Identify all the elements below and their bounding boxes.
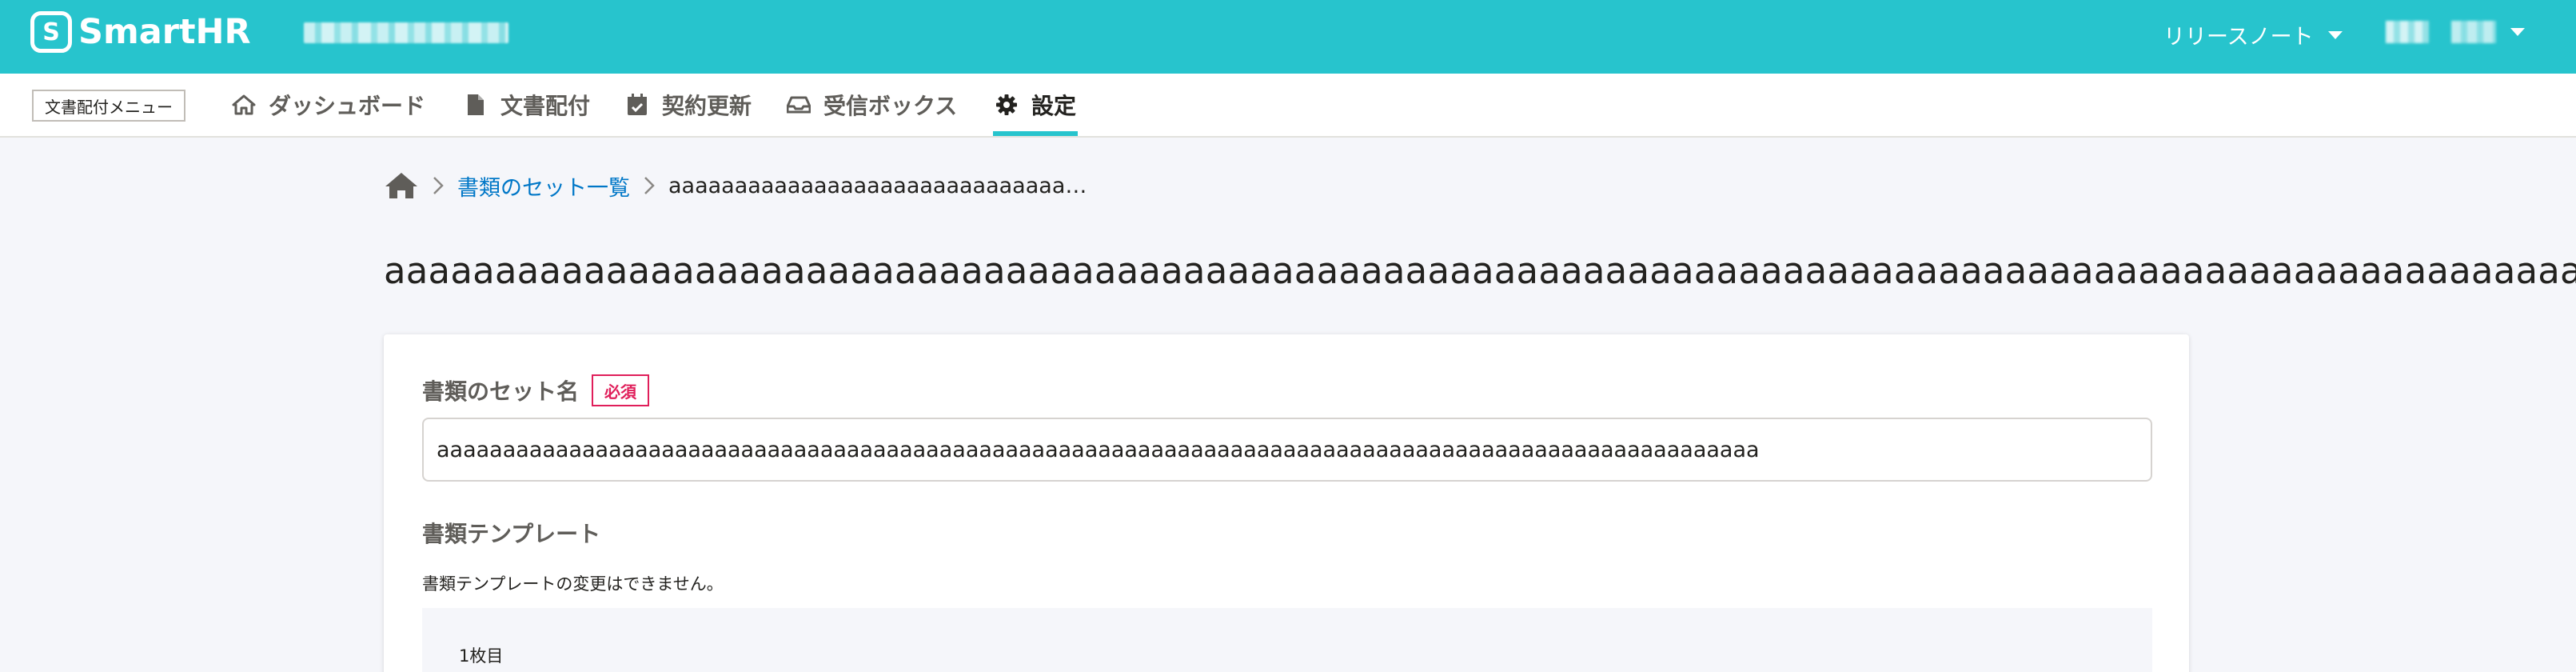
home-icon[interactable] bbox=[384, 170, 419, 202]
form-card: 書類のセット名 必須 書類テンプレート 書類テンプレートの変更はできません。 1… bbox=[384, 334, 2189, 672]
release-note-dropdown[interactable]: リリースノート bbox=[2163, 19, 2343, 50]
app-header: S SmartHR リリースノート bbox=[0, 0, 2576, 74]
calendar-check-icon bbox=[625, 93, 649, 117]
app-subnav: 文書配付メニュー ダッシュボード 文書配付 契約更新 受信ボックス 設定 bbox=[0, 74, 2576, 138]
user-name-redacted-2 bbox=[2451, 21, 2496, 43]
nav-item-settings[interactable]: 設定 bbox=[992, 74, 1079, 136]
breadcrumb-current: aaaaaaaaaaaaaaaaaaaaaaaaaaaaaa… bbox=[668, 173, 1087, 198]
caret-down-icon bbox=[2510, 28, 2525, 36]
nav-item-label: 設定 bbox=[1031, 93, 1077, 119]
chevron-right-icon bbox=[641, 174, 657, 198]
nav-item-contract-renewal[interactable]: 契約更新 bbox=[625, 74, 752, 136]
user-name-redacted bbox=[2386, 21, 2429, 43]
menu-badge: 文書配付メニュー bbox=[32, 90, 185, 122]
nav-item-inbox[interactable]: 受信ボックス bbox=[787, 74, 957, 136]
nav-item-label: 契約更新 bbox=[662, 93, 752, 119]
logo-text: SmartHR bbox=[78, 12, 251, 52]
smarthr-logo[interactable]: S SmartHR bbox=[30, 11, 251, 53]
set-name-field-label: 書類のセット名 必須 bbox=[422, 374, 650, 406]
nav-item-label: 受信ボックス bbox=[823, 93, 958, 119]
breadcrumb-link-set-list[interactable]: 書類のセット一覧 bbox=[457, 170, 630, 202]
tenant-name-redacted bbox=[304, 22, 508, 43]
release-note-label: リリースノート bbox=[2163, 25, 2314, 50]
required-badge: 必須 bbox=[592, 374, 650, 406]
caret-down-icon bbox=[2327, 30, 2343, 39]
breadcrumb: 書類のセット一覧 aaaaaaaaaaaaaaaaaaaaaaaaaaaaaa… bbox=[384, 170, 1087, 202]
nav-item-dashboard[interactable]: ダッシュボード bbox=[232, 74, 425, 136]
page-title: aaaaaaaaaaaaaaaaaaaaaaaaaaaaaaaaaaaaaaaa… bbox=[384, 250, 2576, 292]
template-note: 書類テンプレートの変更はできません。 bbox=[422, 574, 724, 594]
template-section-label: 書類テンプレート bbox=[422, 521, 601, 547]
nav-item-distribution[interactable]: 文書配付 bbox=[464, 74, 590, 136]
set-name-input[interactable] bbox=[422, 418, 2152, 482]
template-preview-box: 1枚目 bbox=[422, 608, 2152, 672]
gear-icon bbox=[995, 93, 1019, 117]
home-icon bbox=[232, 93, 256, 117]
page-count-label: 1枚目 bbox=[459, 646, 504, 666]
set-name-label: 書類のセット名 bbox=[422, 378, 580, 405]
user-menu-dropdown[interactable] bbox=[2386, 21, 2525, 43]
nav-item-label: 文書配付 bbox=[500, 93, 591, 119]
nav-item-label: ダッシュボード bbox=[269, 93, 426, 119]
logo-mark-icon: S bbox=[30, 11, 72, 53]
chevron-right-icon bbox=[430, 174, 446, 198]
inbox-icon bbox=[787, 93, 811, 117]
file-icon bbox=[464, 93, 488, 117]
